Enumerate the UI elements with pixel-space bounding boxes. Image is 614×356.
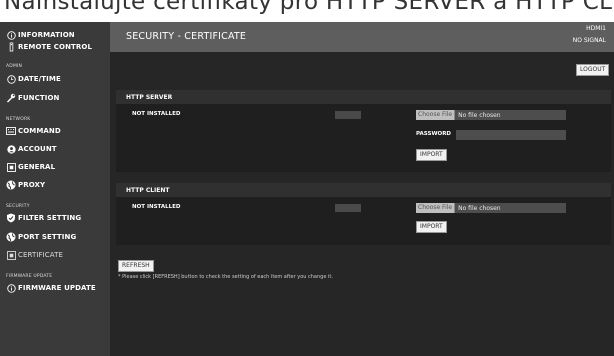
refresh-note: * Please click [REFRESH] button to check…: [118, 274, 333, 280]
nav-port-setting[interactable]: PORT SETTING: [6, 232, 76, 242]
refresh-button[interactable]: REFRESH: [118, 260, 154, 272]
page-header: SECURITY - CERTIFICATE HDMI1 NO SIGNAL: [110, 22, 614, 52]
globe-icon: [6, 180, 16, 190]
general-icon: [6, 162, 16, 172]
nav-proxy-label: PROXY: [18, 181, 46, 189]
nav-certificate[interactable]: CERTIFICATE: [6, 250, 63, 260]
nav-firmware-update[interactable]: FIRMWARE UPDATE: [6, 283, 96, 293]
page-title: SECURITY - CERTIFICATE: [126, 31, 247, 42]
http-client-panel: HTTP CLIENT NOT INSTALLED Choose File No…: [116, 183, 611, 245]
nav-proxy[interactable]: PROXY: [6, 180, 45, 190]
section-firmware: FIRMWARE UPDATE: [6, 274, 53, 279]
http-server-file-input[interactable]: Choose File No file chosen: [416, 110, 566, 120]
http-client-status: NOT INSTALLED: [132, 204, 181, 210]
nav-date-time-label: DATE/TIME: [18, 75, 61, 83]
http-client-choose-file-button[interactable]: Choose File: [416, 203, 456, 213]
nav-remote-control-label: REMOTE CONTROL: [18, 43, 93, 51]
nav-command-label: COMMAND: [18, 127, 61, 135]
app-window: INFORMATION REMOTE CONTROL ADMIN DATE/TI…: [0, 22, 614, 356]
nav-general-label: GENERAL: [18, 163, 56, 171]
nav-certificate-label: CERTIFICATE: [18, 251, 64, 259]
password-input[interactable]: [456, 130, 566, 140]
nav-information-label: INFORMATION: [18, 31, 75, 39]
http-server-status: NOT INSTALLED: [132, 111, 181, 117]
signal-status: NO SIGNAL: [572, 37, 606, 44]
http-server-status-indicator: [335, 111, 361, 119]
logout-button[interactable]: LOGOUT: [576, 64, 610, 76]
http-client-status-indicator: [335, 204, 361, 212]
nav-filter-setting-label: FILTER SETTING: [18, 214, 82, 222]
input-source: HDMI1: [586, 25, 606, 32]
remote-icon: [6, 42, 16, 52]
info-circle-icon: [6, 283, 16, 293]
sidebar: INFORMATION REMOTE CONTROL ADMIN DATE/TI…: [0, 22, 110, 356]
top-banner: Nainstalujte certifikáty pro HTTP SERVER…: [0, 0, 614, 22]
http-client-file-input[interactable]: Choose File No file chosen: [416, 203, 566, 213]
http-client-header: HTTP CLIENT: [116, 183, 611, 197]
nav-filter-setting[interactable]: FILTER SETTING: [6, 213, 81, 223]
wrench-icon: [6, 93, 16, 103]
nav-remote-control[interactable]: REMOTE CONTROL: [6, 42, 92, 52]
http-server-file-name: No file chosen: [458, 111, 501, 119]
http-client-title: HTTP CLIENT: [126, 187, 170, 194]
password-label: PASSWORD: [416, 131, 452, 137]
nav-date-time[interactable]: DATE/TIME: [6, 74, 61, 84]
banner-text: Nainstalujte certifikáty pro HTTP SERVER…: [4, 0, 614, 15]
http-server-import-button[interactable]: IMPORT: [416, 149, 447, 161]
http-client-file-name: No file chosen: [458, 204, 501, 212]
http-client-import-button[interactable]: IMPORT: [416, 221, 447, 233]
nav-function[interactable]: FUNCTION: [6, 93, 59, 103]
nav-command[interactable]: COMMAND: [6, 126, 61, 136]
http-server-header: HTTP SERVER: [116, 90, 611, 104]
keyboard-icon: [6, 126, 16, 136]
nav-account-label: ACCOUNT: [18, 145, 57, 153]
shield-icon: [6, 213, 16, 223]
certificate-icon: [6, 250, 16, 260]
nav-function-label: FUNCTION: [18, 94, 60, 102]
nav-account[interactable]: ACCOUNT: [6, 144, 57, 154]
nav-port-setting-label: PORT SETTING: [18, 233, 77, 241]
nav-firmware-update-label: FIRMWARE UPDATE: [18, 284, 96, 292]
main-content: LOGOUT HTTP SERVER NOT INSTALLED Choose …: [110, 52, 614, 356]
nav-information[interactable]: INFORMATION: [6, 30, 75, 40]
globe-icon: [6, 232, 16, 242]
user-circle-icon: [6, 144, 16, 154]
clock-icon: [6, 74, 16, 84]
nav-general[interactable]: GENERAL: [6, 162, 55, 172]
http-server-title: HTTP SERVER: [126, 94, 173, 101]
http-server-panel: HTTP SERVER NOT INSTALLED Choose File No…: [116, 90, 611, 172]
info-circle-icon: [6, 30, 16, 40]
http-server-choose-file-button[interactable]: Choose File: [416, 110, 456, 120]
section-security: SECURITY: [6, 204, 30, 209]
section-network: NETWORK: [6, 117, 31, 122]
section-admin: ADMIN: [6, 64, 23, 69]
